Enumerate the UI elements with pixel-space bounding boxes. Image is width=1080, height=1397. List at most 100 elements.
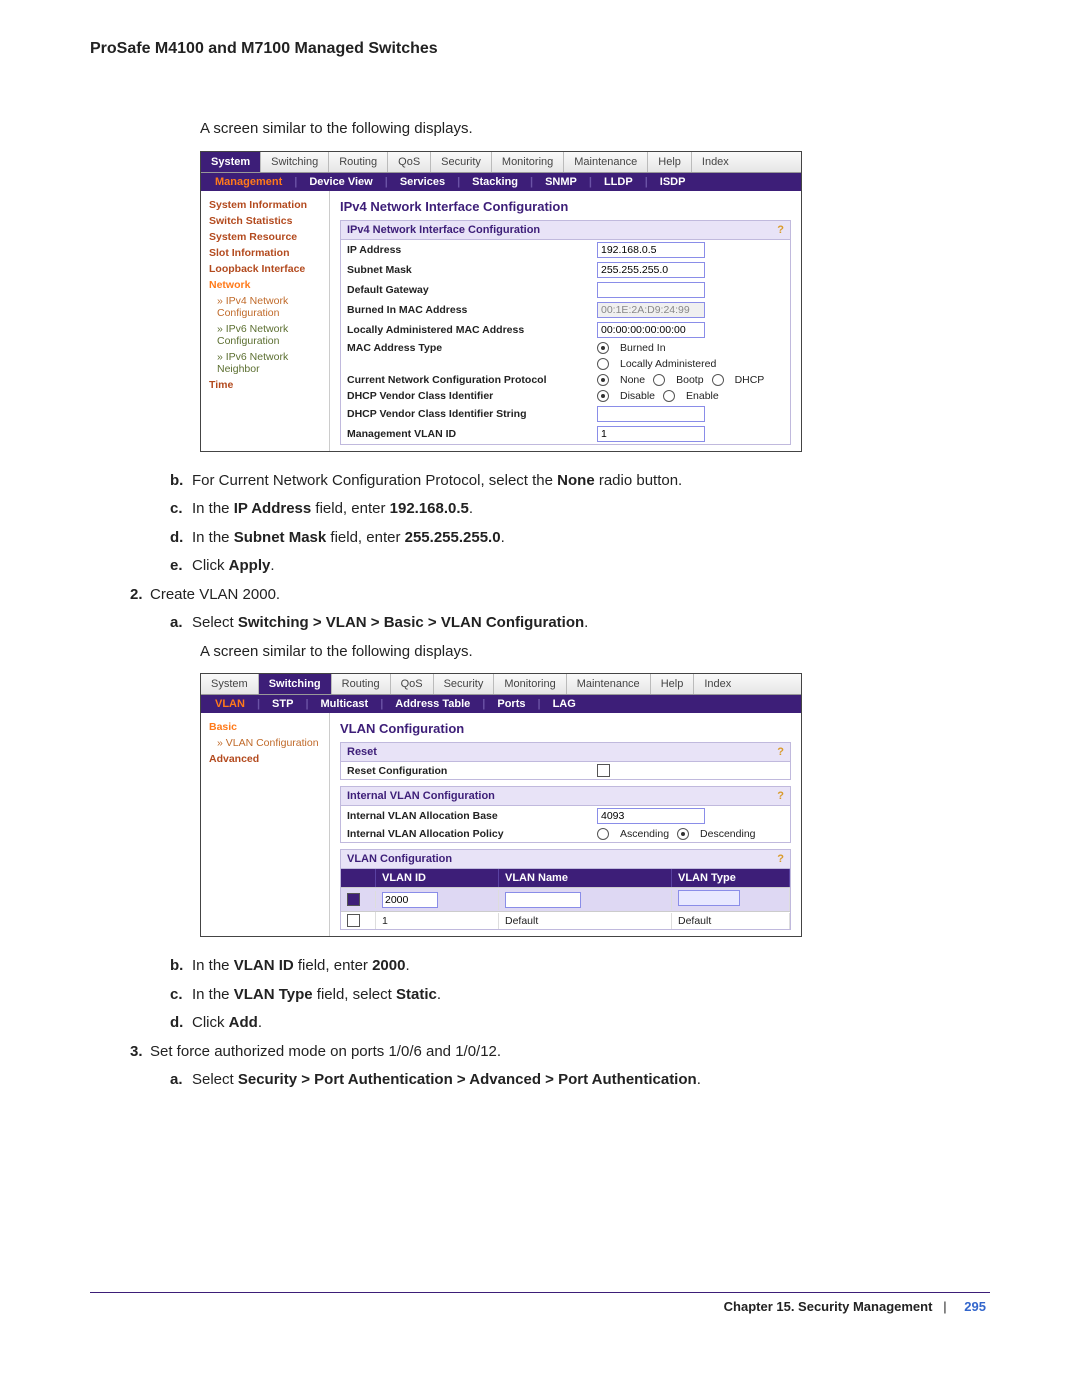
- subtab2-vlan[interactable]: VLAN: [209, 698, 251, 710]
- tab2-routing[interactable]: Routing: [332, 674, 391, 694]
- step-d2: d.Click Add.: [170, 1012, 990, 1035]
- reset-checkbox[interactable]: [597, 764, 610, 777]
- doc-header: ProSafe M4100 and M7100 Managed Switches: [90, 40, 990, 58]
- side-sysres[interactable]: System Resource: [209, 229, 329, 245]
- step-2: 2.Create VLAN 2000.: [130, 584, 990, 607]
- tab-qos[interactable]: QoS: [388, 152, 431, 172]
- page-number: 295: [964, 1299, 986, 1314]
- dvc-label: DHCP Vendor Class Identifier: [341, 390, 597, 402]
- footer-rule: [90, 1292, 990, 1293]
- selall-checkbox[interactable]: [347, 893, 360, 906]
- panel-head-ipv4: IPv4 Network Interface Configuration ?: [340, 220, 791, 240]
- tab2-switching[interactable]: Switching: [259, 674, 332, 694]
- side-ipv6neigh[interactable]: » IPv6 Network Neighbor: [209, 349, 329, 377]
- radio-enable[interactable]: [663, 390, 675, 402]
- side-switchstats[interactable]: Switch Statistics: [209, 213, 329, 229]
- col-vlanid: VLAN ID: [376, 869, 499, 887]
- main-tabs-2: System Switching Routing QoS Security Mo…: [201, 674, 801, 695]
- step-3: 3.Set force authorized mode on ports 1/0…: [130, 1041, 990, 1064]
- side-slotinfo[interactable]: Slot Information: [209, 245, 329, 261]
- subtab-isdp[interactable]: ISDP: [654, 176, 692, 188]
- subtab-services[interactable]: Services: [394, 176, 451, 188]
- side-ipv6cfg[interactable]: » IPv6 Network Configuration: [209, 321, 329, 349]
- subtab-stacking[interactable]: Stacking: [466, 176, 524, 188]
- footer-sep: |: [943, 1299, 946, 1314]
- help-icon[interactable]: ?: [777, 790, 784, 802]
- burn-label: Burned In MAC Address: [341, 304, 597, 316]
- tab-index[interactable]: Index: [692, 152, 739, 172]
- row1-checkbox[interactable]: [347, 914, 360, 927]
- radio-local[interactable]: [597, 358, 609, 370]
- tab-security[interactable]: Security: [431, 152, 492, 172]
- help-icon[interactable]: ?: [777, 853, 784, 865]
- step-e1: e.Click Apply.: [170, 555, 990, 578]
- vlantype-select[interactable]: [678, 890, 740, 906]
- tab2-security[interactable]: Security: [434, 674, 495, 694]
- subtab2-lag[interactable]: LAG: [547, 698, 582, 710]
- tab2-index[interactable]: Index: [694, 674, 741, 694]
- tab-monitoring[interactable]: Monitoring: [492, 152, 564, 172]
- radio-none[interactable]: [597, 374, 609, 386]
- panel-title-ipv4: IPv4 Network Interface Configuration: [340, 199, 791, 214]
- side-time[interactable]: Time: [209, 377, 329, 393]
- help-icon[interactable]: ?: [777, 224, 784, 236]
- step-c1: c.In the IP Address field, enter 192.168…: [170, 498, 990, 521]
- side2-basic[interactable]: Basic: [209, 719, 329, 735]
- ivc-base-label: Internal VLAN Allocation Base: [341, 810, 597, 822]
- tab2-system[interactable]: System: [201, 674, 259, 694]
- step-d1: d.In the Subnet Mask field, enter 255.25…: [170, 527, 990, 550]
- ivc-desc: Descending: [700, 828, 755, 840]
- subtab-deviceview[interactable]: Device View: [303, 176, 378, 188]
- proto-label: Current Network Configuration Protocol: [341, 374, 597, 386]
- tab2-help[interactable]: Help: [651, 674, 695, 694]
- ivc-base-input[interactable]: [597, 808, 705, 824]
- radio-bootp[interactable]: [653, 374, 665, 386]
- dvcs-input[interactable]: [597, 406, 705, 422]
- intro-text-2: A screen similar to the following displa…: [200, 641, 990, 664]
- side-ipv4[interactable]: » IPv4 Network Configuration: [209, 293, 329, 321]
- vlanname-input[interactable]: [505, 892, 581, 908]
- mt-opt2: Locally Administered: [620, 358, 716, 370]
- subtab2-stp[interactable]: STP: [266, 698, 299, 710]
- tab2-maintenance[interactable]: Maintenance: [567, 674, 651, 694]
- side-loopback[interactable]: Loopback Interface: [209, 261, 329, 277]
- panel-head-text: IPv4 Network Interface Configuration: [347, 224, 540, 236]
- radio-desc[interactable]: [677, 828, 689, 840]
- tab-system[interactable]: System: [201, 152, 261, 172]
- side2-vlancfg[interactable]: » VLAN Configuration: [209, 735, 329, 751]
- side-sysinfo[interactable]: System Information: [209, 197, 329, 213]
- step-a2: a.Select Switching > VLAN > Basic > VLAN…: [170, 612, 990, 635]
- mvlan-input[interactable]: [597, 426, 705, 442]
- radio-burnedin[interactable]: [597, 342, 609, 354]
- tab2-monitoring[interactable]: Monitoring: [494, 674, 566, 694]
- side-network[interactable]: Network: [209, 277, 329, 293]
- help-icon[interactable]: ?: [777, 746, 784, 758]
- col-vlanname: VLAN Name: [499, 869, 672, 887]
- screenshot-vlan: System Switching Routing QoS Security Mo…: [200, 673, 802, 937]
- side2-advanced[interactable]: Advanced: [209, 751, 329, 767]
- tab-routing[interactable]: Routing: [329, 152, 388, 172]
- screenshot-ipv4: System Switching Routing QoS Security Mo…: [200, 151, 802, 452]
- mvlan-label: Management VLAN ID: [341, 428, 597, 440]
- mask-input[interactable]: [597, 262, 705, 278]
- vlanid-input[interactable]: [382, 892, 438, 908]
- radio-dhcp[interactable]: [712, 374, 724, 386]
- radio-asc[interactable]: [597, 828, 609, 840]
- subtab-management[interactable]: Management: [209, 176, 288, 188]
- subtab2-ports[interactable]: Ports: [491, 698, 531, 710]
- subtab2-addrtable[interactable]: Address Table: [389, 698, 476, 710]
- gw-input[interactable]: [597, 282, 705, 298]
- ip-input[interactable]: [597, 242, 705, 258]
- gw-label: Default Gateway: [341, 284, 597, 296]
- tab-maintenance[interactable]: Maintenance: [564, 152, 648, 172]
- tab2-qos[interactable]: QoS: [391, 674, 434, 694]
- subtab2-multicast[interactable]: Multicast: [315, 698, 375, 710]
- local-input[interactable]: [597, 322, 705, 338]
- dvc-disable: Disable: [620, 390, 655, 402]
- subtab-lldp[interactable]: LLDP: [598, 176, 639, 188]
- subtab-snmp[interactable]: SNMP: [539, 176, 583, 188]
- tab-switching[interactable]: Switching: [261, 152, 329, 172]
- radio-disable[interactable]: [597, 390, 609, 402]
- tab-help[interactable]: Help: [648, 152, 692, 172]
- ivc-head: Internal VLAN Configuration?: [340, 786, 791, 806]
